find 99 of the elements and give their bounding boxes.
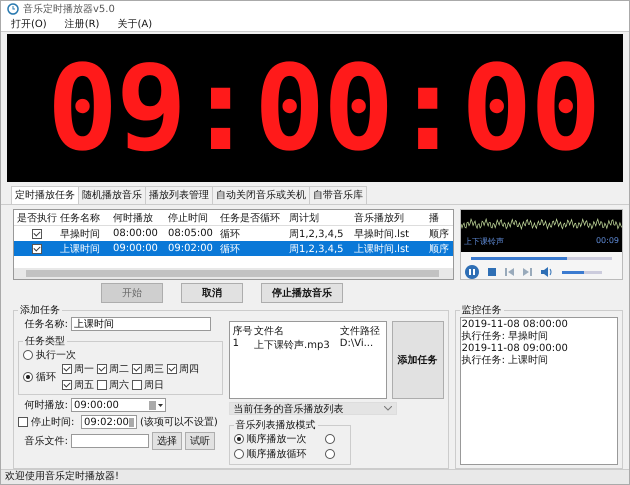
- checkbox-label: 周一: [74, 363, 94, 376]
- progress-slider[interactable]: [471, 257, 612, 260]
- log-line: 2019-11-08 08:00:00: [462, 319, 569, 330]
- window-title: 音乐定时播放器v5.0: [23, 2, 115, 16]
- table-cell-text: 09:02:00: [167, 243, 214, 254]
- checkbox-label: 周日: [144, 379, 164, 392]
- field-label: 音乐文件:: [24, 434, 68, 448]
- radio-label: 执行一次: [36, 348, 76, 362]
- radio-button[interactable]: [325, 449, 336, 459]
- table-cell-text: 顺序: [428, 228, 450, 240]
- checkbox[interactable]: [32, 228, 42, 238]
- radio-button[interactable]: [23, 372, 33, 382]
- clock-display: 09:00:00: [7, 34, 623, 182]
- column-header[interactable]: 停止时间: [165, 210, 217, 224]
- status-text: 欢迎使用音乐定时播放器!: [1, 469, 629, 484]
- volume-icon[interactable]: [541, 267, 554, 277]
- checkbox-label: 周四: [179, 363, 199, 376]
- table-cell-text: 上课时间: [59, 242, 101, 256]
- checkbox[interactable]: [167, 364, 177, 374]
- column-header[interactable]: 文件路径: [340, 324, 383, 338]
- table-cell-text: 周1,2,3,4,5: [288, 242, 345, 256]
- table-cell-text: 周1,2,3,4,5: [288, 228, 345, 240]
- table-cell-text: 顺序: [428, 242, 450, 256]
- checkbox-label: 周三: [144, 363, 164, 376]
- table-cell-text: 上下课铃声.mp3: [254, 338, 331, 352]
- task-name-field[interactable]: 上课时间: [71, 317, 211, 331]
- checkbox[interactable]: [132, 380, 142, 390]
- column-header[interactable]: 序号: [232, 324, 254, 338]
- column-header[interactable]: 何时播放: [110, 210, 165, 224]
- table-cell-text: 循环: [219, 228, 241, 240]
- table-row[interactable]: 早操时间 08:00:00 08:05:00 循环 周1,2,3,4,5 早操时间.lst 顺序: [14, 226, 454, 241]
- tab[interactable]: 自带音乐库: [309, 186, 367, 204]
- field-label: 任务名称:: [24, 318, 68, 331]
- table-cell-text: 早操时间: [59, 228, 101, 240]
- column-header[interactable]: 音乐播放列: [351, 210, 426, 224]
- checkbox-label: 停止时间:: [31, 416, 76, 429]
- radio-button[interactable]: [234, 434, 244, 444]
- table-cell-text: 早操时间.lst: [353, 228, 410, 240]
- add-task-button[interactable]: 添加任务: [392, 321, 444, 399]
- radio-button[interactable]: [234, 449, 244, 459]
- checkbox[interactable]: [97, 380, 107, 390]
- menu-item[interactable]: 关于(A): [117, 16, 152, 31]
- table-cell-text: 循环: [219, 242, 241, 256]
- group-title: 任务类型: [24, 334, 66, 348]
- group-title: 添加任务: [19, 304, 61, 317]
- column-header[interactable]: 文件名: [254, 324, 340, 338]
- checkbox[interactable]: [97, 364, 107, 374]
- column-header[interactable]: 播: [426, 210, 454, 224]
- hint-text: (该项可以不设置): [140, 416, 218, 429]
- time-picker[interactable]: 09:00:00: [71, 398, 166, 412]
- checkbox-label: 周五: [74, 379, 94, 392]
- radio-button[interactable]: [325, 434, 336, 444]
- action-button[interactable]: 取消: [181, 283, 243, 303]
- radio-label: 循环: [36, 371, 56, 384]
- table-cell-text: 1: [232, 338, 240, 351]
- column-header[interactable]: 是否执行: [14, 210, 57, 224]
- track-title: 上下课铃声: [464, 236, 504, 247]
- app-icon: [7, 2, 19, 15]
- radio-label: 顺序播放循环: [246, 448, 307, 461]
- radio-button[interactable]: [23, 350, 33, 360]
- checkbox-label: 周二: [109, 363, 129, 376]
- log-line: 2019-11-08 09:00:00: [462, 343, 569, 354]
- playlist-dropdown[interactable]: 当前任务的音乐播放列表: [228, 402, 397, 415]
- column-header[interactable]: 任务名称: [57, 210, 110, 224]
- column-header[interactable]: 周计划: [286, 210, 351, 224]
- menu-item[interactable]: 打开(O): [11, 16, 47, 31]
- action-button[interactable]: 停止播放音乐: [261, 283, 343, 303]
- checkbox[interactable]: [62, 380, 72, 390]
- checkbox[interactable]: [32, 244, 42, 254]
- tab[interactable]: 定时播放任务: [11, 186, 79, 204]
- chevron-icon: [384, 406, 392, 411]
- time-picker[interactable]: 09:02:00: [81, 415, 137, 429]
- horizontal-scrollbar[interactable]: [14, 268, 454, 279]
- track-time: 00:09: [596, 236, 619, 247]
- file-button[interactable]: 试听: [185, 432, 215, 450]
- table-row[interactable]: 上课时间 09:00:00 09:02:00 循环 周1,2,3,4,5 上课时间.lst 顺序: [14, 241, 454, 256]
- checkbox-label: 周六: [109, 378, 129, 392]
- file-field[interactable]: [71, 434, 149, 448]
- column-header[interactable]: 任务是否循环: [217, 210, 286, 224]
- table-cell-text: D:\Vi...: [340, 338, 374, 351]
- checkbox[interactable]: [18, 417, 28, 427]
- field-label: 何时播放:: [24, 398, 68, 412]
- group-title: 音乐列表播放模式: [234, 418, 317, 432]
- checkbox[interactable]: [132, 364, 142, 374]
- log-line: 执行任务: 上课时间: [462, 355, 550, 367]
- table-cell-text: 09:00:00: [112, 243, 159, 254]
- radio-label: 顺序播放一次: [246, 432, 307, 446]
- stop-icon[interactable]: [488, 268, 496, 276]
- volume-slider[interactable]: [562, 270, 602, 274]
- table-cell-text: 08:05:00: [167, 228, 214, 239]
- table-cell-text: 上课时间.lst: [353, 242, 410, 256]
- calendar-icon[interactable]: [149, 400, 163, 410]
- file-button[interactable]: 选择: [152, 432, 182, 450]
- table-cell-text: 08:00:00: [112, 228, 159, 239]
- checkbox[interactable]: [62, 364, 72, 374]
- menu-item[interactable]: 注册(R): [64, 16, 100, 31]
- group-title: 监控任务: [460, 304, 503, 317]
- log-line: 执行任务: 早操时间: [462, 331, 550, 343]
- pause-button[interactable]: [465, 265, 480, 279]
